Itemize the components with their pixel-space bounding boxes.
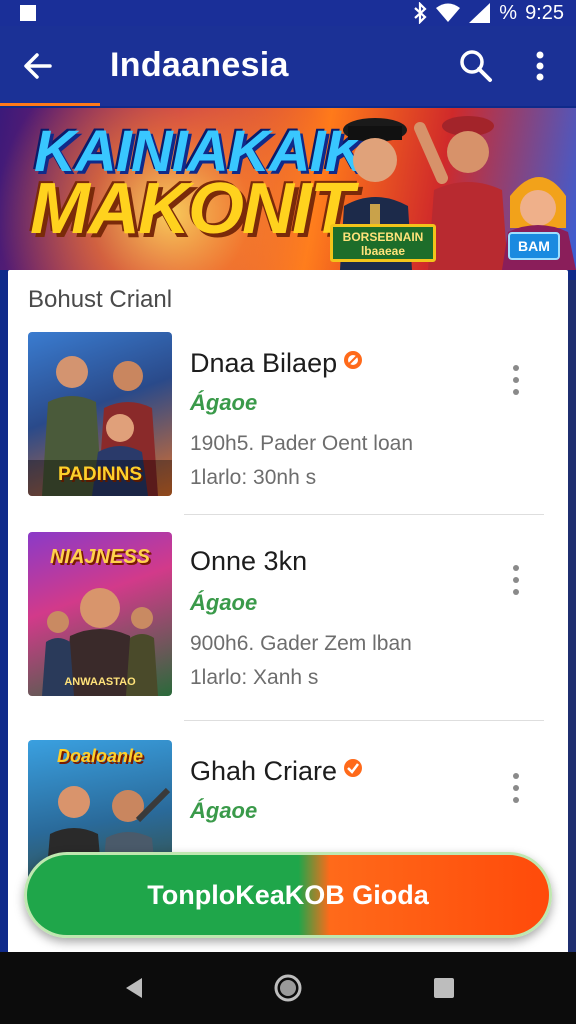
thumbnail-title: PADINNS [57,464,143,485]
bluetooth-icon [413,2,427,24]
item-more-icon[interactable] [508,362,524,402]
status-bar: % 9:25 [0,0,576,26]
system-nav-bar [0,952,576,1024]
item-more-icon[interactable] [508,562,524,602]
wifi-icon [435,3,461,23]
cta-label: TonploKeaKOB Gioda [147,880,429,910]
item-thumbnail: NIAJNESS ANWAASTAO [28,532,172,696]
list-divider [184,514,544,515]
banner-sign: BORSEBNAIN lbaaeae [330,224,436,262]
recents-square-icon[interactable] [428,972,460,1004]
primary-cta-button[interactable]: TonploKeaKOB Gioda [24,852,552,938]
promo-banner[interactable]: KAINIAKAIK MAKONIT BORSEBNAIN lbaaeae BA… [0,108,576,270]
item-meta: 1larlo: Xanh s [190,666,319,689]
item-rating: Ágaoe [190,798,258,823]
banner-headline-2: MAKONIT [30,169,354,249]
item-name: Dnaa Bilaep [190,346,363,379]
signal-icon [469,3,491,23]
item-rating: Ágaoe [190,590,258,615]
item-name-text: Dnaa Bilaep [190,348,338,378]
item-more-icon[interactable] [508,770,524,810]
banner-badge: BAM [508,232,560,260]
verified-badge-icon [343,346,363,369]
search-icon[interactable] [458,48,494,84]
screen: % 9:25 Indaanesia KAINIAKAIK MAKONIT BOR… [0,0,576,1024]
thumbnail-title: Doaloanle [56,746,144,766]
item-rating: Ágaoe [190,390,258,415]
tab-indicator [0,103,100,106]
more-vert-icon[interactable] [526,48,554,84]
home-circle-icon[interactable] [272,972,304,1004]
banner-sign-text: BORSEBNAIN lbaaeae [342,230,424,258]
status-time: 9:25 [525,1,564,24]
notification-square-icon [20,5,36,21]
list-item[interactable]: NIAJNESS ANWAASTAO Onne 3kn Ágaoe 900h6.… [8,532,568,732]
item-name: Ghah Criare [190,754,363,787]
verified-badge-icon [343,754,363,777]
right-edge-panel [568,280,576,960]
item-name-text: Ghah Criare [190,756,338,786]
back-triangle-icon[interactable] [118,972,150,1004]
back-arrow-icon[interactable] [20,48,56,84]
status-icons: % 9:25 [413,2,564,24]
battery-percent: % [499,1,518,24]
item-thumbnail: PADINNS [28,332,172,496]
item-name: Onne 3kn [190,546,307,577]
item-meta: 1larlo: 30nh s [190,466,317,489]
thumbnail-title: NIAJNESS [49,546,151,568]
list-divider [184,720,544,721]
app-bar: Indaanesia [0,26,576,106]
item-name-text: Onne 3kn [190,546,308,576]
thumbnail-subtitle: ANWAASTAO [64,676,136,688]
item-details: 900h6. Gader Zem lban [190,632,412,655]
item-details: 190h5. Pader Oent loan [190,432,414,455]
page-title: Indaanesia [110,46,289,84]
list-item[interactable]: PADINNS Dnaa Bilaep Ágaoe 190h5. Pader O… [8,332,568,532]
section-title: Bohust Crianl [28,286,173,313]
